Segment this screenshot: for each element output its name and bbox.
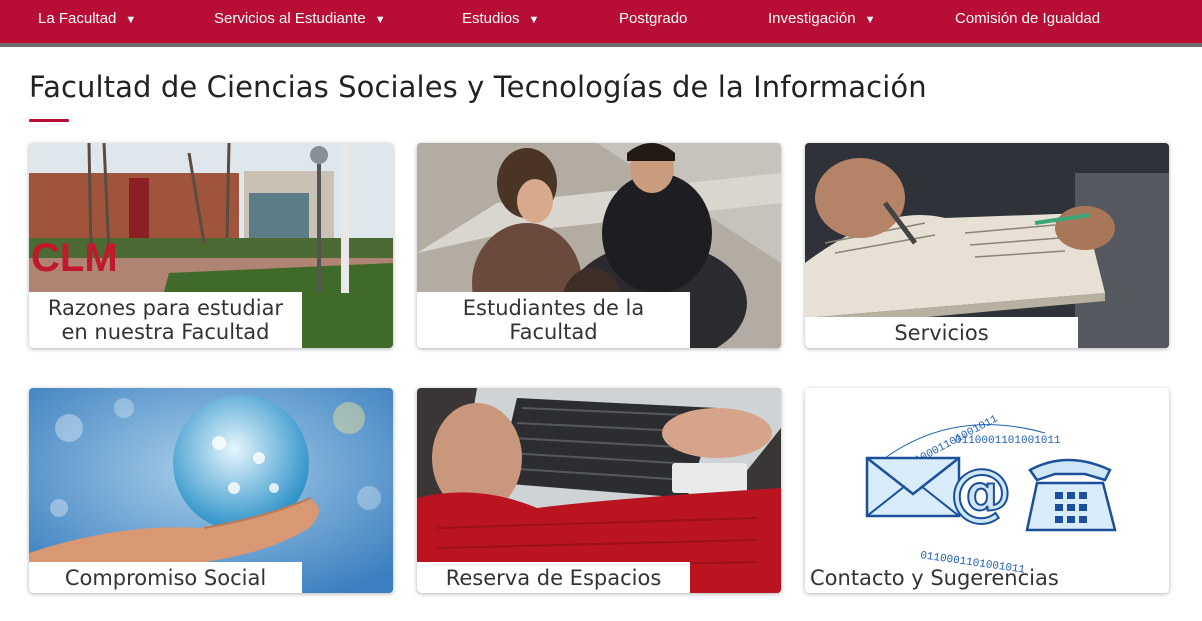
clm-sign: CLM (31, 236, 118, 280)
nav-item-label: Investigación (768, 10, 856, 27)
card-label: Servicios (805, 317, 1078, 348)
nav-item-investigacion[interactable]: Investigación ▼ (768, 0, 875, 43)
nav-item-postgrado[interactable]: Postgrado (619, 0, 687, 43)
card-label: Contacto y Sugerencias (810, 566, 1059, 590)
nav-item-la-facultad[interactable]: La Facultad ▼ (38, 0, 136, 43)
card-razones-para-estudiar[interactable]: CLM Razones para estudiar en nuestra Fac… (29, 143, 393, 348)
nav-item-label: Servicios al Estudiante (214, 10, 366, 27)
nav-item-servicios-estudiante[interactable]: Servicios al Estudiante ▼ (214, 0, 386, 43)
caret-down-icon: ▼ (864, 14, 876, 26)
top-navigation-bar: La Facultad ▼ Servicios al Estudiante ▼ Es… (0, 0, 1202, 47)
caret-down-icon: ▼ (125, 14, 137, 26)
nav-item-label: La Facultad (38, 10, 117, 27)
nav-item-comision-igualdad[interactable]: Comisión de Igualdad (955, 0, 1100, 43)
card-label-line: Razones para estudiar (47, 296, 284, 320)
at-symbol-icon: @ (949, 454, 1013, 529)
card-contacto-sugerencias[interactable]: 0110001101001011 0110001101001011 011000… (805, 388, 1169, 593)
nav-item-label: Comisión de Igualdad (955, 10, 1101, 27)
card-label: Compromiso Social (29, 562, 302, 593)
telephone-icon (1025, 458, 1117, 532)
nav-item-label: Estudios (462, 10, 520, 27)
card-label: Reserva de Espacios (417, 562, 690, 593)
card-label-line: Estudiantes de la (462, 296, 645, 320)
card-label: Estudiantes de la Facultad (417, 292, 690, 348)
card-label-line: en nuestra Facultad (61, 320, 270, 344)
card-label-line: Facultad (509, 320, 598, 344)
svg-text:@: @ (950, 455, 1012, 528)
card-reserva-espacios[interactable]: Reserva de Espacios (417, 388, 781, 593)
card-estudiantes[interactable]: Estudiantes de la Facultad (417, 143, 781, 348)
envelope-icon (865, 456, 961, 518)
card-compromiso-social[interactable]: Compromiso Social (29, 388, 393, 593)
title-underline (29, 119, 69, 122)
caret-down-icon: ▼ (374, 14, 386, 26)
caret-down-icon: ▼ (528, 14, 540, 26)
nav-item-label: Postgrado (619, 10, 688, 27)
card-label: Razones para estudiar en nuestra Faculta… (29, 292, 302, 348)
binary-text: 0110001101001011 (955, 435, 1061, 447)
nav-item-estudios[interactable]: Estudios ▼ (462, 0, 539, 43)
page-title: Facultad de Ciencias Sociales y Tecnolog… (29, 70, 927, 104)
card-servicios[interactable]: Servicios (805, 143, 1169, 348)
